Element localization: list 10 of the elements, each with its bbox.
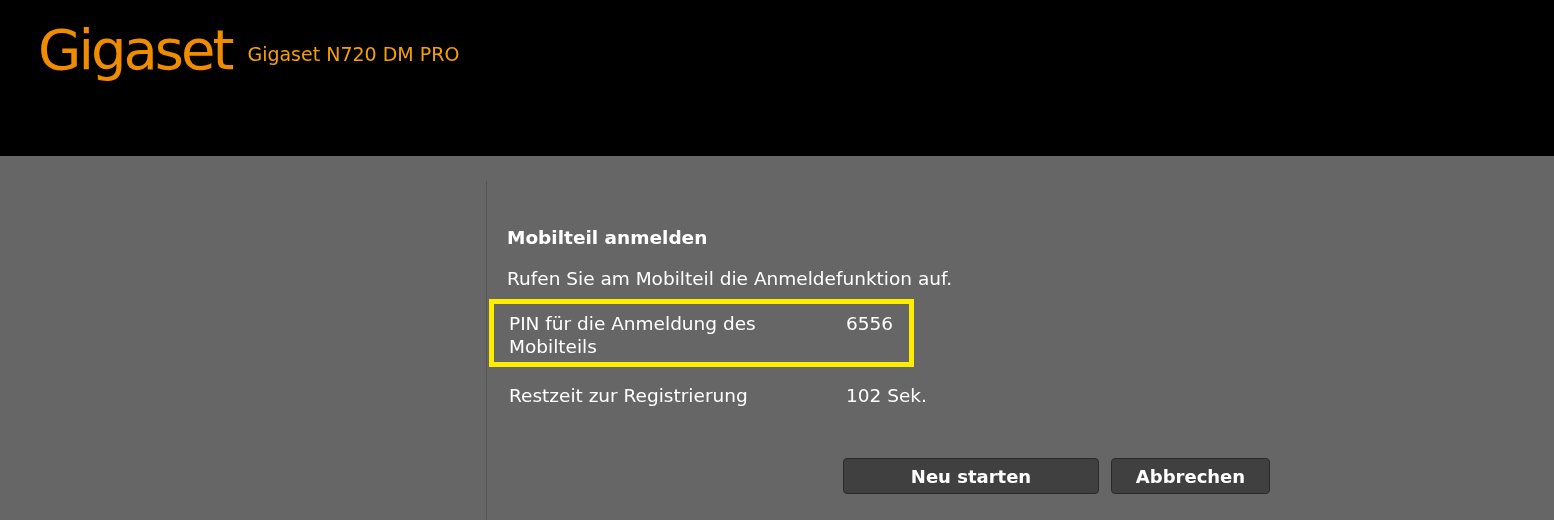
- dialog-button[interactable]: Neu starten: [843, 458, 1099, 494]
- logo: Gigaset: [38, 18, 232, 82]
- device-model: Gigaset N720 DM PRO: [247, 43, 460, 65]
- instruction-text: Rufen Sie am Mobilteil die Anmeldefunktion auf.: [507, 268, 954, 289]
- dialog-button[interactable]: Abbrechen: [1111, 458, 1270, 494]
- field-label: PIN für die Anmeldung des Mobilteils: [509, 312, 757, 358]
- field-value: 102 Sek.: [846, 384, 927, 407]
- dialog-title: Mobilteil anmelden: [507, 227, 709, 248]
- field-value: 6556: [846, 312, 894, 336]
- field-label: Restzeit zur Registrierung: [509, 384, 749, 407]
